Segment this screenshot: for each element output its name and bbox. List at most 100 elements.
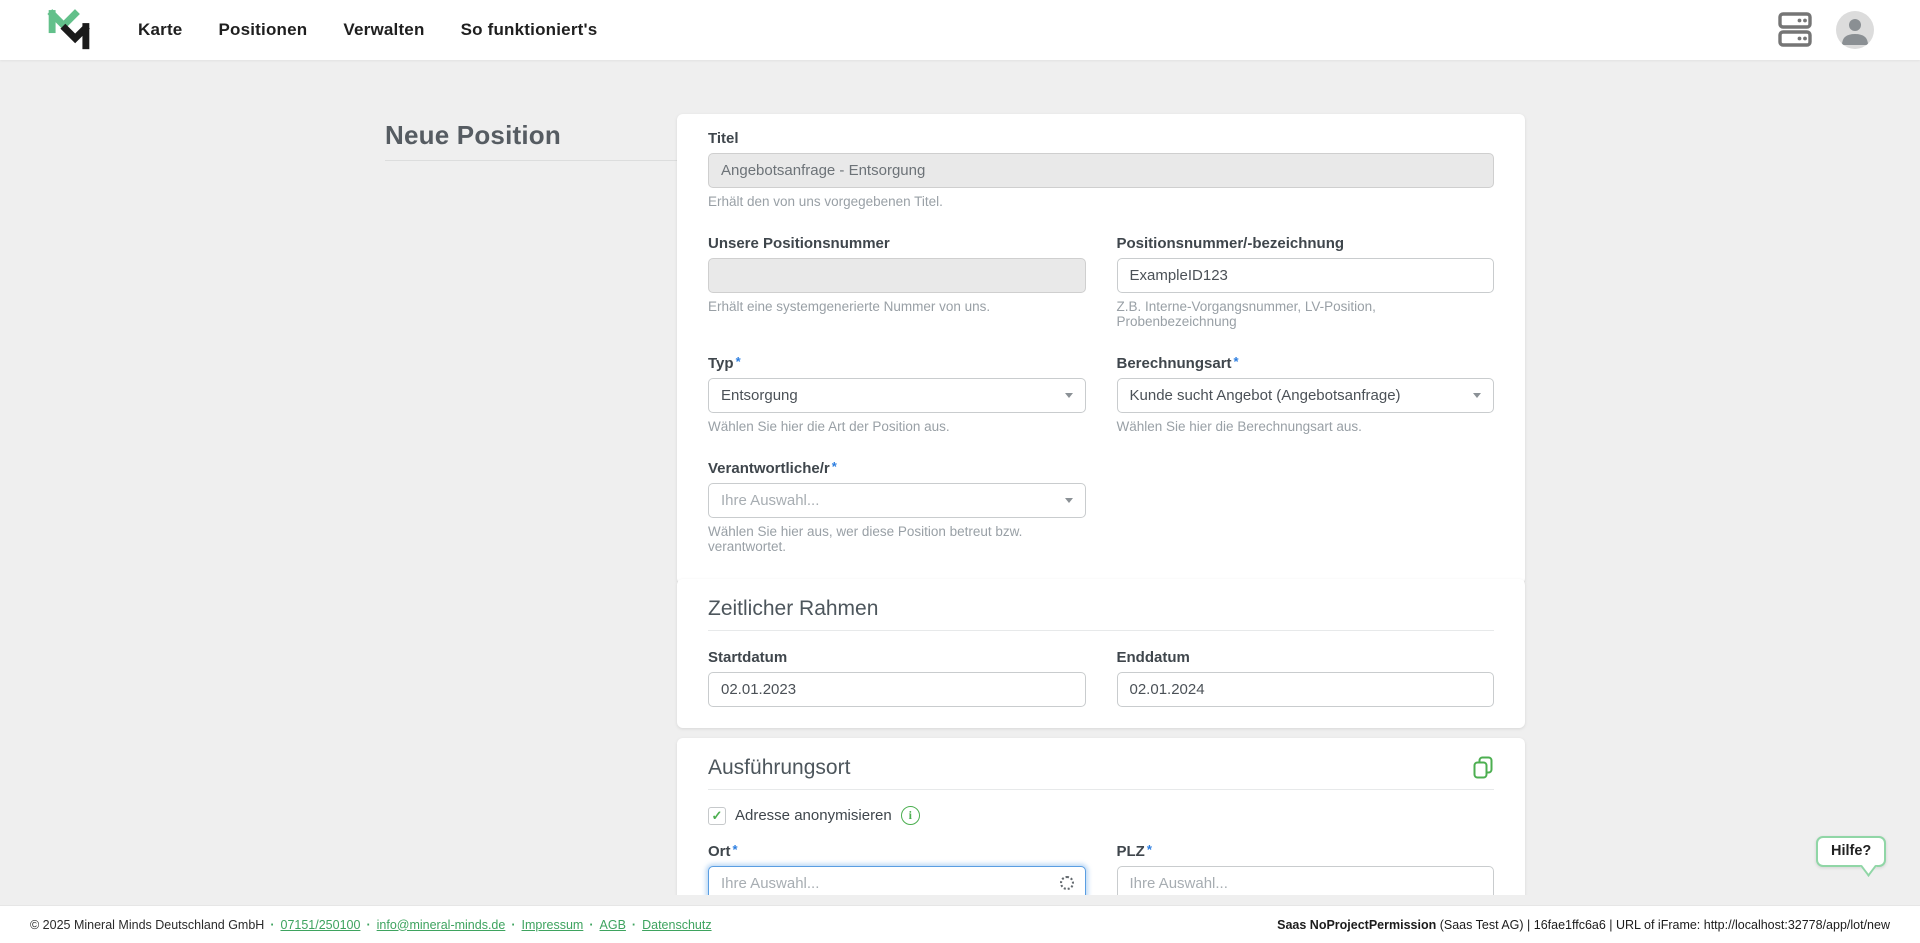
verantwortliche-label-text: Verantwortliche/r <box>708 460 830 477</box>
ausfuehrungsort-card: Ausführungsort ✓ Adresse anonymisieren i… <box>677 738 1525 895</box>
berechnungsart-helper: Wählen Sie hier die Berechnungsart aus. <box>1116 419 1362 434</box>
chevron-down-icon <box>1064 393 1073 398</box>
zeitlicher-rahmen-heading: Zeitlicher Rahmen <box>708 597 879 620</box>
verantwortliche-label: Verantwortliche/r * <box>708 459 1086 477</box>
berechnungsart-selected-value: Kunde sucht Angebot (Angebotsanfrage) <box>1129 387 1401 404</box>
positionsnummer-group: Positionsnummer/-bezeichnung Z.B. Intern… <box>1116 235 1494 329</box>
saas-info-text: (Saas Test AG) | 16fae1ffc6a6 | URL of i… <box>1436 917 1890 932</box>
berechnungsart-select[interactable]: Kunde sucht Angebot (Angebotsanfrage) <box>1116 378 1494 413</box>
copy-icon[interactable] <box>1472 756 1494 780</box>
content-area: Neue Position Titel Erhält den von uns v… <box>0 60 1920 895</box>
footer-left: © 2025 Mineral Minds Deutschland GmbH · … <box>30 918 712 932</box>
plz-group: PLZ * <box>1116 842 1495 895</box>
top-navigation-bar: Karte Positionen Verwalten So funktionie… <box>0 0 1920 60</box>
ort-label: Ort * <box>708 842 1086 860</box>
positionsnummer-helper: Z.B. Interne-Vorgangsnummer, LV-Position… <box>1116 299 1376 329</box>
unsere-positionsnummer-group: Unsere Positionsnummer Erhält eine syste… <box>708 235 1086 329</box>
positionsnummer-label: Positionsnummer/-bezeichnung <box>1116 235 1345 252</box>
startdatum-label: Startdatum <box>708 649 788 666</box>
verantwortliche-select[interactable]: Ihre Auswahl... <box>708 483 1086 518</box>
mineral-minds-logo[interactable] <box>44 5 94 55</box>
typ-select[interactable]: Entsorgung <box>708 378 1086 413</box>
footer-link-email[interactable]: info@mineral-minds.de <box>377 918 506 932</box>
ort-group: Ort * <box>708 842 1086 895</box>
chevron-down-icon <box>1473 393 1481 398</box>
ort-label-text: Ort <box>708 843 731 860</box>
titel-input <box>708 153 1494 188</box>
ort-input[interactable] <box>708 866 1086 895</box>
startdatum-input[interactable] <box>708 672 1086 707</box>
page-title: Neue Position <box>385 120 561 150</box>
user-avatar[interactable] <box>1836 11 1874 49</box>
header-actions <box>1778 11 1874 49</box>
footer-separator: · <box>589 917 594 932</box>
footer-link-agb[interactable]: AGB <box>600 918 626 932</box>
enddatum-input[interactable] <box>1116 672 1494 707</box>
berechnungsart-label: Berechnungsart * <box>1116 354 1495 372</box>
typ-required-asterisk: * <box>735 354 741 369</box>
verantwortliche-required-asterisk: * <box>831 459 837 474</box>
section-divider <box>708 789 1494 790</box>
titel-label: Titel <box>708 130 739 147</box>
berechnungsart-required-asterisk: * <box>1233 354 1239 369</box>
nav-item-positionen[interactable]: Positionen <box>218 20 307 40</box>
nav-item-so-funktionierts[interactable]: So funktioniert's <box>461 20 598 40</box>
ausfuehrungsort-heading-row: Ausführungsort <box>708 754 1494 780</box>
footer-separator: · <box>511 917 516 932</box>
typ-label-text: Typ <box>708 355 734 372</box>
copyright-text: © 2025 Mineral Minds Deutschland GmbH <box>30 917 265 932</box>
verantwortliche-group: Verantwortliche/r * Ihre Auswahl... Wähle… <box>708 459 1086 554</box>
loading-spinner-icon <box>1059 876 1074 890</box>
typ-berechnungsart-row: Typ * Entsorgung Wählen Sie hier die Art … <box>708 354 1495 434</box>
main-nav: Karte Positionen Verwalten So funktionie… <box>138 20 597 40</box>
unsere-positionsnummer-label: Unsere Positionsnummer <box>708 235 890 252</box>
adresse-anonymisieren-checkbox[interactable]: ✓ <box>708 806 726 825</box>
footer-link-datenschutz[interactable]: Datenschutz <box>642 918 711 932</box>
ort-input-wrap <box>708 866 1086 895</box>
footer-separator: · <box>270 917 275 932</box>
saas-permission-text: Saas NoProjectPermission <box>1277 917 1437 932</box>
titel-group: Titel Erhält den von uns vorgegebenen Ti… <box>708 130 1494 209</box>
adresse-anonymisieren-label: Adresse anonymisieren <box>735 807 892 824</box>
titel-helper: Erhält den von uns vorgegebenen Titel. <box>708 194 943 209</box>
ort-required-asterisk: * <box>732 842 738 857</box>
enddatum-label: Enddatum <box>1116 649 1190 666</box>
typ-selected-value: Entsorgung <box>721 387 798 404</box>
footer-link-phone[interactable]: 07151/250100 <box>281 918 361 932</box>
berechnungsart-group: Berechnungsart * Kunde sucht Angebot (Ang… <box>1116 354 1495 434</box>
verantwortliche-helper: Wählen Sie hier aus, wer diese Position … <box>708 524 1023 554</box>
nav-item-verwalten[interactable]: Verwalten <box>343 20 424 40</box>
anonymisieren-row: ✓ Adresse anonymisieren i <box>708 806 1494 825</box>
unsere-positionsnummer-helper: Erhält eine systemgenerierte Nummer von … <box>708 299 991 314</box>
typ-group: Typ * Entsorgung Wählen Sie hier die Art … <box>708 354 1086 434</box>
help-button-label: Hilfe? <box>1831 843 1872 859</box>
footer-right: Saas NoProjectPermission (Saas Test AG) … <box>1277 918 1890 932</box>
plz-required-asterisk: * <box>1146 842 1152 857</box>
positionsnummer-input[interactable] <box>1116 258 1494 293</box>
typ-label: Typ * <box>708 354 1086 372</box>
verantwortliche-placeholder: Ihre Auswahl... <box>721 492 820 509</box>
nummern-row: Unsere Positionsnummer Erhält eine syste… <box>708 235 1494 329</box>
server-icon[interactable] <box>1778 11 1812 49</box>
section-divider <box>708 630 1494 631</box>
datum-row: Startdatum Enddatum <box>708 649 1494 707</box>
footer-separator: · <box>631 917 637 932</box>
plz-input[interactable] <box>1116 866 1494 895</box>
footer-link-impressum[interactable]: Impressum <box>522 918 584 932</box>
info-icon[interactable]: i <box>900 806 920 825</box>
help-button[interactable]: Hilfe? <box>1816 836 1887 877</box>
berechnungsart-label-text: Berechnungsart <box>1116 355 1232 372</box>
nav-item-karte[interactable]: Karte <box>138 20 182 40</box>
typ-helper: Wählen Sie hier die Art der Position aus… <box>708 419 950 434</box>
plz-label: PLZ * <box>1116 842 1495 860</box>
plz-label-text: PLZ <box>1116 843 1145 860</box>
zeitlicher-rahmen-card: Zeitlicher Rahmen Startdatum Enddatum <box>677 579 1525 728</box>
startdatum-group: Startdatum <box>708 649 1086 707</box>
unsere-positionsnummer-input <box>708 258 1086 293</box>
position-basisdaten-card: Titel Erhält den von uns vorgegebenen Ti… <box>677 114 1525 584</box>
logo-icon <box>47 9 90 50</box>
chevron-down-icon <box>1064 498 1073 503</box>
person-icon <box>1842 19 1868 45</box>
